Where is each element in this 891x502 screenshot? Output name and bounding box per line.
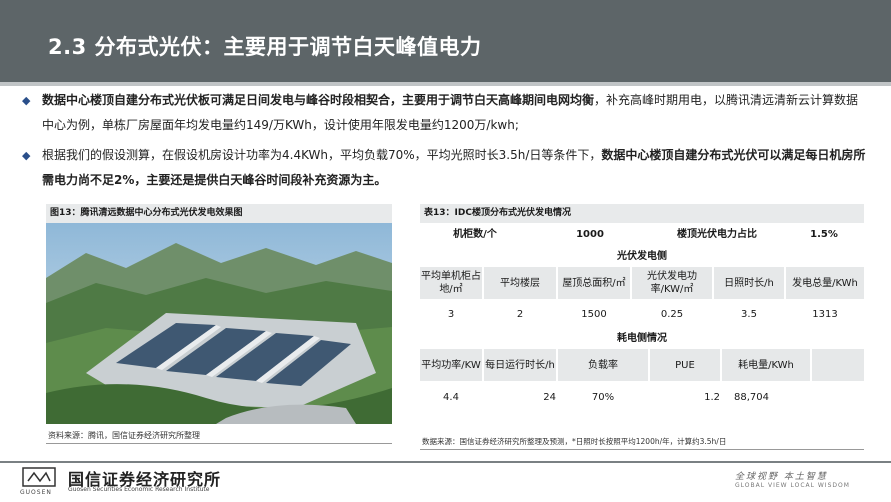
- idc-pv-table: 机柜数/个 1000 楼顶光伏电力占比 1.5% 光伏发电侧 平均单机柜占地/㎡…: [420, 223, 864, 411]
- table-cell: 0.25: [660, 308, 684, 320]
- table-source: 数据来源：国信证券经济研究所整理及预测，*日照时长按照平均1200h/年，计算约…: [422, 437, 727, 446]
- table-cell: 2: [516, 308, 524, 320]
- section-heading: 耗电侧情况: [617, 332, 667, 344]
- table-row: 3 2 1500 0.25 3.5 1313: [420, 301, 864, 327]
- header-divider: [0, 82, 891, 86]
- table-cell: 1500: [581, 308, 607, 320]
- table-header-cell: PUE: [650, 349, 720, 381]
- table-header-cell: 光伏发电功率/KW/㎡: [632, 267, 712, 299]
- table-cell: 88,704: [734, 391, 769, 403]
- table-divider: [420, 449, 864, 450]
- slogan-en: GLOBAL VIEW LOCAL WISDOM: [735, 482, 850, 489]
- table-row: 光伏发电侧: [420, 245, 864, 267]
- figure-divider: [46, 443, 392, 444]
- footer-divider: [0, 461, 891, 463]
- table-header-row: 平均单机柜占地/㎡ 平均楼层 屋顶总面积/㎡ 光伏发电功率/KW/㎡ 日照时长/…: [420, 267, 864, 301]
- bullet-2-text: 根据我们的假设测算，在假设机房设计功率为4.4KWh，平均负载70%，平均光照时…: [42, 148, 602, 162]
- section-heading: 光伏发电侧: [617, 250, 667, 262]
- table-cell: 1.5%: [810, 228, 838, 240]
- table-cell: 1000: [576, 228, 604, 240]
- figure-title: 图13：腾讯清远数据中心分布式光伏发电效果图: [46, 204, 392, 223]
- table-header-cell: 平均单机柜占地/㎡: [420, 267, 482, 299]
- table-cell: 3.5: [741, 308, 757, 320]
- table-header-cell: 耗电量/KWh: [722, 349, 810, 381]
- table-header-cell: 平均功率/KW: [420, 349, 482, 381]
- table-row: 4.4 24 70% 1.2 88,704: [420, 383, 864, 411]
- table-header-cell: 日照时长/h: [714, 267, 784, 299]
- table-cell: 4.4: [443, 391, 459, 403]
- table-cell: 1.2: [704, 391, 720, 403]
- data-center-rendering-image: [46, 223, 392, 424]
- diamond-bullet-icon: ◆: [22, 94, 31, 107]
- table-cell: 24: [543, 391, 556, 403]
- company-name-en: Guosen Securities Economic Research Inst…: [68, 486, 210, 493]
- brand-name: GUOSEN: [20, 489, 52, 496]
- guosen-logo-icon: [22, 467, 56, 487]
- bullet-item-1: ◆ 数据中心楼顶自建分布式光伏板可满足日间发电与峰谷时段相契合，主要用于调节白天…: [22, 88, 868, 138]
- table-row: 机柜数/个 1000 楼顶光伏电力占比 1.5%: [420, 223, 864, 245]
- table-header-cell: 发电总量/KWh: [786, 267, 864, 299]
- figure-source: 资料来源：腾讯，国信证券经济研究所整理: [48, 431, 200, 440]
- slogan: 全球视野 本土智慧: [735, 472, 828, 482]
- bullet-item-2: ◆ 根据我们的假设测算，在假设机房设计功率为4.4KWh，平均负载70%，平均光…: [22, 143, 868, 193]
- slide-title: 2.3 分布式光伏：主要用于调节白天峰值电力: [48, 35, 482, 59]
- table-cell: 3: [447, 308, 455, 320]
- bullet-1-bold: 数据中心楼顶自建分布式光伏板可满足日间发电与峰谷时段相契合，主要用于调节白天高峰…: [42, 93, 595, 107]
- table-header-cell: 屋顶总面积/㎡: [558, 267, 630, 299]
- table-row: 耗电侧情况: [420, 327, 864, 349]
- table-header-cell: 平均楼层: [484, 267, 556, 299]
- table-header-cell: 每日运行时长/h: [484, 349, 556, 381]
- table-cell: 机柜数/个: [453, 228, 497, 240]
- table-cell: 楼顶光伏电力占比: [677, 228, 757, 240]
- table-cell: 1313: [812, 308, 838, 320]
- table-title: 表13：IDC楼顶分布式光伏发电情况: [420, 204, 864, 223]
- table-cell: 70%: [591, 391, 615, 403]
- diamond-bullet-icon: ◆: [22, 149, 31, 162]
- table-header-cell-empty: [812, 349, 864, 381]
- table-header-row: 平均功率/KW 每日运行时长/h 负载率 PUE 耗电量/KWh: [420, 349, 864, 383]
- table-header-cell: 负载率: [558, 349, 648, 381]
